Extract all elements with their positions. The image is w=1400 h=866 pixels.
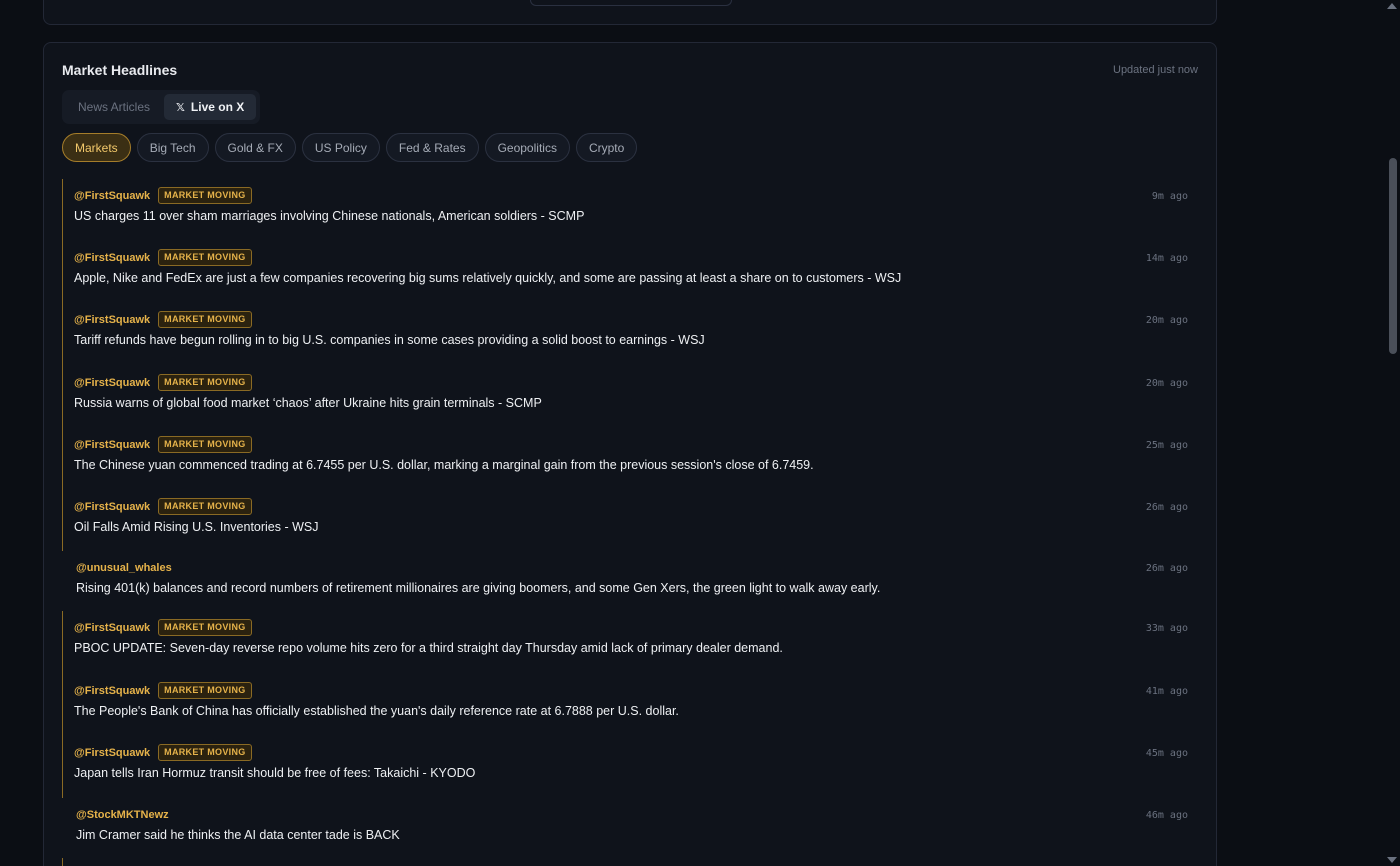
headline-timestamp: 26m ago (1145, 563, 1188, 574)
filter-us-policy[interactable]: US Policy (301, 133, 380, 162)
headline-meta: @FirstSquawk MARKET MOVING (74, 744, 1188, 761)
headline-item[interactable]: @FirstSquawk MARKET MOVING The People's Ba… (62, 674, 1198, 736)
headline-timestamp: 14m ago (1145, 253, 1188, 264)
market-moving-badge: MARKET MOVING (158, 498, 252, 515)
headline-text: Tariff refunds have begun rolling in to … (74, 333, 705, 347)
headline-timestamp: 20m ago (1145, 378, 1188, 389)
author-handle[interactable]: @FirstSquawk (74, 314, 150, 326)
market-moving-badge: MARKET MOVING (158, 249, 252, 266)
headline-meta: @FirstSquawk MARKET MOVING (74, 619, 1188, 636)
headline-item[interactable]: MARKET MOVING (62, 858, 1198, 866)
market-moving-badge: MARKET MOVING (158, 744, 252, 761)
scroll-up-icon[interactable] (1387, 3, 1397, 9)
scroll-down-icon[interactable] (1387, 857, 1397, 863)
headline-feed: @FirstSquawk MARKET MOVING US charges 11 o… (62, 179, 1198, 866)
headline-meta: @FirstSquawk MARKET MOVING (74, 249, 1188, 266)
market-moving-badge: MARKET MOVING (158, 619, 252, 636)
headline-text: Japan tells Iran Hormuz transit should b… (74, 766, 476, 780)
headline-timestamp: 9m ago (1151, 191, 1188, 202)
headline-timestamp: 45m ago (1145, 748, 1188, 759)
author-handle[interactable]: @FirstSquawk (74, 747, 150, 759)
headline-meta: @StockMKTNewz (76, 806, 1188, 823)
page: Market Headlines Updated just now News A… (0, 0, 1400, 866)
author-handle[interactable]: @unusual_whales (76, 562, 172, 574)
tab-news-articles[interactable]: News Articles (66, 94, 162, 120)
scrollbar-thumb[interactable] (1389, 158, 1397, 354)
headline-item[interactable]: @FirstSquawk MARKET MOVING The Chinese yua… (62, 428, 1198, 490)
headline-meta: @FirstSquawk MARKET MOVING (74, 311, 1188, 328)
headline-text: The Chinese yuan commenced trading at 6.… (74, 458, 814, 472)
market-moving-badge: MARKET MOVING (158, 374, 252, 391)
market-moving-badge: MARKET MOVING (158, 682, 252, 699)
x-logo-icon: 𝕏 (176, 101, 185, 114)
headline-item[interactable]: @StockMKTNewz Jim Cramer said he thinks t… (62, 798, 1198, 858)
tab-label: News Articles (78, 100, 151, 114)
headline-item[interactable]: @FirstSquawk MARKET MOVING Tariff refunds … (62, 303, 1198, 366)
headline-item[interactable]: @FirstSquawk MARKET MOVING Oil Falls Amid … (62, 490, 1198, 551)
source-tabs: News Articles 𝕏 Live on X (62, 90, 261, 124)
author-handle[interactable]: @FirstSquawk (74, 377, 150, 389)
updated-status: Updated just now (1113, 64, 1198, 76)
card-title: Market Headlines (62, 62, 178, 78)
headline-meta: @unusual_whales (76, 559, 1188, 576)
headline-meta: @FirstSquawk MARKET MOVING (74, 682, 1188, 699)
headline-timestamp: 20m ago (1145, 315, 1188, 326)
author-handle[interactable]: @FirstSquawk (74, 685, 150, 697)
headline-text: The People's Bank of China has officiall… (74, 704, 679, 718)
author-handle[interactable]: @FirstSquawk (74, 190, 150, 202)
headline-text: Jim Cramer said he thinks the AI data ce… (76, 828, 400, 842)
headline-item[interactable]: @FirstSquawk MARKET MOVING Apple, Nike and… (62, 241, 1198, 303)
author-handle[interactable]: @StockMKTNewz (76, 809, 169, 821)
previous-card-control[interactable] (530, 0, 732, 6)
market-moving-badge: MARKET MOVING (158, 436, 252, 453)
filter-geopolitics[interactable]: Geopolitics (484, 133, 570, 162)
filter-big-tech[interactable]: Big Tech (136, 133, 209, 162)
headline-text: US charges 11 over sham marriages involv… (74, 209, 585, 223)
headline-meta: @FirstSquawk MARKET MOVING (74, 374, 1188, 391)
filter-gold-fx[interactable]: Gold & FX (214, 133, 296, 162)
headline-item[interactable]: @FirstSquawk MARKET MOVING US charges 11 o… (62, 179, 1198, 241)
headline-timestamp: 46m ago (1145, 810, 1188, 821)
market-headlines-card: Market Headlines Updated just now News A… (43, 42, 1217, 866)
headline-item[interactable]: @FirstSquawk MARKET MOVING Japan tells Ira… (62, 736, 1198, 798)
headline-text: Rising 401(k) balances and record number… (76, 581, 881, 595)
headline-meta: @FirstSquawk MARKET MOVING (74, 498, 1188, 515)
author-handle[interactable]: @FirstSquawk (74, 252, 150, 264)
headline-item[interactable]: @FirstSquawk MARKET MOVING Russia warns of… (62, 366, 1198, 428)
headline-text: Russia warns of global food market ‘chao… (74, 396, 542, 410)
headline-text: Apple, Nike and FedEx are just a few com… (74, 271, 902, 285)
headline-meta: @FirstSquawk MARKET MOVING (74, 187, 1188, 204)
filter-fed-rates[interactable]: Fed & Rates (385, 133, 479, 162)
headline-meta: @FirstSquawk MARKET MOVING (74, 436, 1188, 453)
headline-text: PBOC UPDATE: Seven-day reverse repo volu… (74, 641, 783, 655)
tab-label: Live on X (190, 100, 245, 114)
headline-timestamp: 25m ago (1145, 440, 1188, 451)
author-handle[interactable]: @FirstSquawk (74, 439, 150, 451)
headline-item[interactable]: @unusual_whales Rising 401(k) balances an… (62, 551, 1198, 611)
headline-timestamp: 33m ago (1145, 623, 1188, 634)
category-filters: Markets Big Tech Gold & FX US Policy Fed… (62, 133, 638, 162)
previous-card (43, 0, 1217, 25)
headline-timestamp: 41m ago (1145, 686, 1188, 697)
filter-crypto[interactable]: Crypto (575, 133, 638, 162)
market-moving-badge: MARKET MOVING (158, 311, 252, 328)
headline-item[interactable]: @FirstSquawk MARKET MOVING PBOC UPDATE: Se… (62, 611, 1198, 674)
market-moving-badge: MARKET MOVING (158, 187, 252, 204)
headline-timestamp: 26m ago (1145, 502, 1188, 513)
author-handle[interactable]: @FirstSquawk (74, 501, 150, 513)
author-handle[interactable]: @FirstSquawk (74, 622, 150, 634)
scrollbar[interactable] (1385, 0, 1400, 866)
headline-text: Oil Falls Amid Rising U.S. Inventories -… (74, 520, 319, 534)
filter-markets[interactable]: Markets (62, 133, 131, 162)
tab-live-on-x[interactable]: 𝕏 Live on X (164, 94, 257, 120)
